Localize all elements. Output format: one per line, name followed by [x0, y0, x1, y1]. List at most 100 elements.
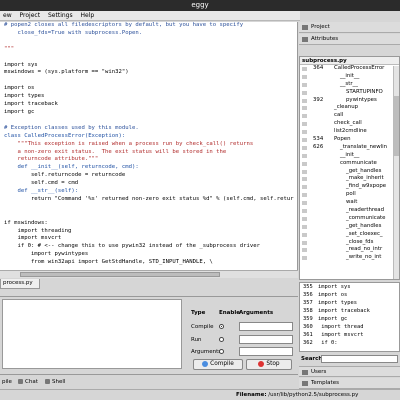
templates-icon	[302, 381, 308, 386]
code-editor[interactable]: # popen2 closes all filedescriptors by d…	[0, 22, 298, 278]
tree-item[interactable]: list2cmdline	[300, 128, 399, 136]
symbol-icon	[302, 122, 307, 127]
code-line: import traceback	[4, 101, 58, 108]
preview-line-text: import thread	[318, 324, 364, 330]
tree-item[interactable]: _make_inherit	[300, 175, 399, 183]
code-text[interactable]: # popen2 closes all filedescriptors by d…	[0, 22, 297, 267]
tree-item[interactable]: __str__	[300, 81, 399, 89]
symbol-icon	[302, 177, 307, 182]
tree-item[interactable]: _readerthread	[300, 207, 399, 215]
tree-item-label: _close_fds	[346, 238, 374, 245]
symbol-tree[interactable]: subprocess.py 364 CalledProcessError __ini…	[299, 56, 400, 280]
code-line: import types	[4, 93, 45, 100]
tree-item-label: _set_cloexec_	[346, 230, 383, 237]
tree-item-label: poll	[346, 191, 356, 198]
users-header[interactable]: Users	[299, 366, 400, 377]
preview-line-number: 362	[303, 340, 313, 346]
tree-item-label: Popen	[334, 136, 351, 143]
compile-arguments-input[interactable]	[239, 322, 293, 331]
tab-compile[interactable]: pile	[0, 376, 14, 388]
tree-item[interactable]: _set_cloexec_	[300, 231, 399, 239]
symbol-icon	[302, 224, 307, 229]
code-line: import gc	[4, 108, 35, 115]
tree-item[interactable]: _cleanup	[300, 104, 399, 112]
preview-line: 359 import gc	[300, 315, 399, 323]
output-list[interactable]	[2, 299, 182, 369]
tree-item-label: _translate_newlin	[340, 143, 388, 150]
preview-line: 361 import msvcrt	[300, 331, 399, 339]
tab-chat[interactable]: Chat	[16, 376, 40, 388]
code-preview[interactable]: 355 import sys 356 import os 357 import types…	[299, 282, 400, 352]
preview-line-text: import gc	[318, 316, 348, 322]
symbol-icon	[302, 256, 307, 261]
status-filename: Filename: /usr/lib/python2.5/subprocess.…	[236, 392, 359, 398]
templates-header[interactable]: Templates	[299, 378, 400, 389]
code-line: return "Command '%s' returned non-zero e…	[4, 195, 294, 202]
horizontal-scrollbar[interactable]	[0, 270, 298, 278]
run-label: Run	[191, 337, 202, 343]
tree-item-label: _write_no_int	[346, 254, 382, 261]
symbol-icon	[302, 67, 307, 71]
tree-item[interactable]: 626 _translate_newlin	[300, 144, 399, 152]
tree-item[interactable]: wait	[300, 199, 399, 207]
preview-line-number: 359	[303, 316, 313, 322]
symbol-icon	[302, 82, 307, 87]
tree-item[interactable]: _close_fds	[300, 239, 399, 247]
tree-item[interactable]: check_call	[300, 120, 399, 128]
search-input[interactable]	[321, 355, 398, 363]
tab-shell[interactable]: Shell	[43, 376, 67, 388]
run-panel: Type Enable Arguments Compile Run Argume…	[0, 296, 298, 374]
run-radio[interactable]	[219, 337, 224, 342]
tree-item[interactable]: _get_handles	[300, 223, 399, 231]
run-arguments-input[interactable]	[239, 335, 293, 344]
tree-item[interactable]: _read_no_intr	[300, 246, 399, 254]
tree-item[interactable]: STARTUPINFO	[300, 89, 399, 97]
tree-item[interactable]: 364 CalledProcessError	[300, 65, 399, 73]
tree-item-label: _get_handles	[346, 167, 382, 174]
tree-item[interactable]: 534 Popen	[300, 136, 399, 144]
extra-arguments-input[interactable]	[239, 347, 293, 356]
tree-item-label: __str__	[340, 80, 358, 87]
compile-button[interactable]: Compile	[193, 359, 243, 370]
tree-item[interactable]: communicate	[300, 160, 399, 168]
tree-item-label: _cleanup	[334, 104, 359, 111]
attributes-icon	[302, 37, 308, 42]
tree-item[interactable]: __init__	[300, 73, 399, 81]
code-line: mswindows = (sys.platform == "win32")	[4, 69, 129, 76]
tree-item[interactable]: poll	[300, 191, 399, 199]
file-tab[interactable]: process.py	[0, 279, 40, 289]
tree-item[interactable]: _communicate	[300, 215, 399, 223]
attributes-header[interactable]: Attributes	[299, 34, 400, 45]
search-row: Search	[299, 354, 400, 364]
preview-line-number: 357	[303, 300, 313, 306]
stop-button[interactable]: Stop	[246, 359, 292, 370]
menu-help[interactable]: Help	[78, 11, 98, 21]
scrollbar-thumb[interactable]	[20, 272, 220, 277]
tree-item[interactable]: __init__	[300, 152, 399, 160]
tree-item[interactable]: 392 pywintypes	[300, 97, 399, 105]
code-line: self.cmd = cmd	[4, 180, 79, 187]
menu-settings[interactable]: Settings	[45, 11, 76, 21]
preview-line: 358 import traceback	[300, 307, 399, 315]
preview-line-number: 361	[303, 332, 313, 338]
compile-radio[interactable]	[219, 324, 224, 329]
menu-view[interactable]: ew	[0, 11, 15, 21]
tree-item[interactable]: _find_w9xpope	[300, 183, 399, 191]
project-header[interactable]: Project	[299, 22, 400, 33]
symbol-icon	[302, 209, 307, 214]
preview-line-text: if 0:	[318, 340, 338, 346]
tree-scrollbar[interactable]	[393, 66, 399, 279]
tree-item[interactable]: call	[300, 112, 399, 120]
code-line: class CalledProcessError(Exception):	[4, 132, 126, 139]
type-header: Type	[191, 310, 206, 316]
arguments-radio[interactable]	[219, 349, 224, 354]
tree-item-label: pywintypes	[346, 96, 377, 103]
code-line: # Exception classes used by this module.	[4, 124, 139, 131]
tree-scrollbar-thumb[interactable]	[394, 96, 399, 156]
menu-project[interactable]: Project	[17, 11, 44, 21]
arguments-label: Arguments	[191, 349, 222, 355]
symbol-icon	[302, 90, 307, 95]
tree-item[interactable]: _get_handles	[300, 168, 399, 176]
tree-item[interactable]: _write_no_int	[300, 254, 399, 262]
